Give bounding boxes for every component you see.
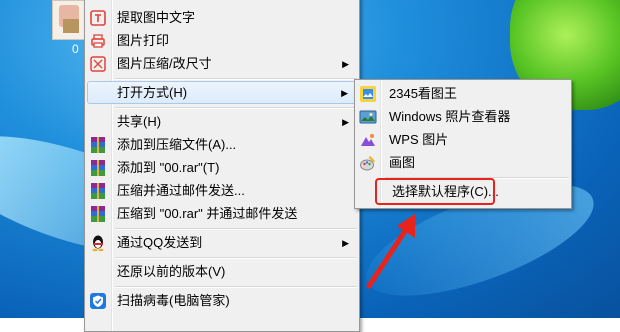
paint-icon: [359, 154, 377, 172]
menu-item-open-with[interactable]: 打开方式(H) ▶: [87, 81, 357, 104]
winrar-icon: [89, 136, 107, 154]
menu-item-label: 添加到 "00.rar"(T): [117, 160, 220, 175]
menu-item-scan-virus[interactable]: 扫描病毒(电脑管家): [87, 290, 357, 312]
menu-separator: [115, 257, 357, 259]
open-with-windows-photo-viewer[interactable]: Windows 照片查看器: [357, 106, 569, 128]
text-extract-icon: [89, 9, 107, 27]
shield-icon: [89, 292, 107, 310]
2345-viewer-icon: [359, 85, 377, 103]
menu-item-label: 共享(H): [117, 114, 162, 129]
desktop-file-label: 0: [72, 42, 79, 56]
menu-item-send-via-qq[interactable]: 通过QQ发送到 ▶: [87, 232, 357, 254]
menu-item-add-to-archive[interactable]: 添加到压缩文件(A)...: [87, 134, 357, 156]
file-thumbnail-box: [63, 19, 79, 33]
menu-item-compress-and-email[interactable]: 压缩并通过邮件发送...: [87, 180, 357, 202]
submenu-arrow-icon: ▶: [342, 117, 349, 127]
menu-item-label: 压缩到 "00.rar" 并通过邮件发送: [117, 206, 298, 221]
menu-separator: [115, 107, 357, 109]
menu-separator: [115, 286, 357, 288]
menu-item-print[interactable]: 图片打印: [87, 30, 357, 52]
compress-icon: [89, 55, 107, 73]
menu-item-label: 图片压缩/改尺寸: [117, 56, 212, 71]
desktop-file-icon[interactable]: [52, 0, 86, 40]
submenu-arrow-icon: ▶: [342, 59, 349, 69]
open-with-paint[interactable]: 画图: [357, 152, 569, 174]
menu-separator: [115, 78, 357, 80]
menu-item-label: WPS 图片: [389, 132, 449, 147]
menu-item-label: 通过QQ发送到: [117, 235, 203, 250]
menu-item-restore-previous-versions[interactable]: 还原以前的版本(V): [87, 261, 357, 283]
menu-item-label: 还原以前的版本(V): [117, 264, 226, 279]
submenu-arrow-icon: ▶: [341, 88, 348, 98]
menu-item-add-to-rar[interactable]: 添加到 "00.rar"(T): [87, 157, 357, 179]
menu-item-label: 画图: [389, 155, 416, 170]
qq-penguin-icon: [89, 234, 107, 252]
annotation-arrow-icon: [366, 214, 415, 289]
menu-item-label: Windows 照片查看器: [389, 109, 511, 124]
menu-item-label: 添加到压缩文件(A)...: [117, 137, 237, 152]
menu-item-label: 图片打印: [117, 33, 170, 48]
open-with-wps-picture[interactable]: WPS 图片: [357, 129, 569, 151]
menu-item-label: 压缩并通过邮件发送...: [117, 183, 245, 198]
printer-icon: [89, 32, 107, 50]
menu-item-extract-text[interactable]: 提取图中文字: [87, 7, 357, 29]
menu-item-label: 打开方式(H): [117, 85, 188, 100]
winrar-icon: [89, 182, 107, 200]
submenu-arrow-icon: ▶: [342, 238, 349, 248]
menu-item-label: 扫描病毒(电脑管家): [117, 293, 230, 308]
photo-viewer-icon: [359, 108, 377, 126]
open-with-2345-viewer[interactable]: 2345看图王: [357, 83, 569, 105]
wps-picture-icon: [359, 131, 377, 149]
winrar-icon: [89, 159, 107, 177]
menu-item-compress-rar-and-email[interactable]: 压缩到 "00.rar" 并通过邮件发送: [87, 203, 357, 225]
context-menu: 提取图中文字 图片打印 图片压缩/改尺寸 ▶ 打开方式(H) ▶ 共享(H) ▶…: [84, 0, 360, 332]
menu-item-share[interactable]: 共享(H) ▶: [87, 111, 357, 133]
annotation-highlight-box: [375, 178, 495, 205]
menu-item-label: 提取图中文字: [117, 10, 196, 25]
menu-item-compress-resize[interactable]: 图片压缩/改尺寸 ▶: [87, 53, 357, 75]
winrar-icon: [89, 205, 107, 223]
menu-item-label: 2345看图王: [389, 86, 457, 101]
menu-separator: [115, 228, 357, 230]
